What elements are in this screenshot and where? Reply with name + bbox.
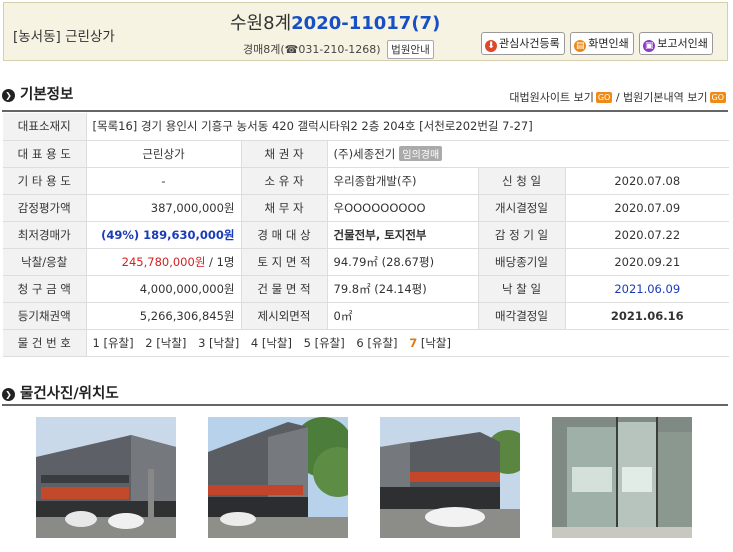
appraisal-date-label: 감 정 기 일 xyxy=(477,221,565,249)
debtor-label: 채 무 자 xyxy=(240,194,327,222)
building-area-label: 건 물 면 적 xyxy=(240,275,327,303)
download-icon: ⬇ xyxy=(485,40,497,52)
min-price-value: (49%) 189,630,000원 xyxy=(85,221,241,249)
claim-amount-value: 4,000,000,000원 xyxy=(85,275,241,303)
bid-date-value: 2021.06.09 xyxy=(564,275,729,303)
history-link-4[interactable]: 4 [낙찰] xyxy=(251,336,292,350)
case-contact: 경매8계(☎031-210-1268) 법원안내 xyxy=(243,40,434,59)
building-area-value: 79.8㎡ (24.14평) xyxy=(326,275,478,303)
min-price-label: 최저경매가 xyxy=(3,221,86,249)
winning-bid-label: 낙찰/응찰 xyxy=(3,248,86,276)
table-row: 최저경매가 (49%) 189,630,000원 경 매 대 상 건물전부, 토… xyxy=(3,221,729,249)
address-label: 대표소재지 xyxy=(3,113,86,141)
registered-claim-value: 5,266,306,845원 xyxy=(85,302,241,330)
history-link-3[interactable]: 3 [낙찰] xyxy=(198,336,239,350)
other-use-label: 기 타 용 도 xyxy=(3,167,86,195)
history-link-2[interactable]: 2 [낙찰] xyxy=(145,336,186,350)
case-title: 수원8계2020-11017(7) xyxy=(230,9,440,35)
address-value: [목록16] 경기 용인시 기흥구 농서동 420 갤럭시타워2 2층 204호… xyxy=(85,113,729,141)
table-row: 기 타 용 도 - 소 유 자 우리종합개발(주) 신 청 일 2020.07.… xyxy=(3,167,729,195)
owner-value: 우리종합개발(주) xyxy=(326,167,478,195)
table-row: 물 건 번 호 1 [유찰] 2 [낙찰] 3 [낙찰] 4 [낙찰] 5 [유… xyxy=(3,329,729,357)
land-area-value: 94.79㎡ (28.67평) xyxy=(326,248,478,276)
report-icon: ▣ xyxy=(643,40,656,52)
court-name: 수원8계 xyxy=(230,13,292,34)
photo-gallery xyxy=(3,405,729,552)
excluded-area-label: 제시외면적 xyxy=(240,302,327,330)
print-report-button[interactable]: ▣ 보고서인쇄 xyxy=(639,32,713,55)
section-divider xyxy=(2,110,728,112)
phone-number: 031-210-1268 xyxy=(298,43,377,56)
sale-decision-label: 매각결정일 xyxy=(477,302,565,330)
basic-info-heading: ❯ 기본정보 xyxy=(2,83,73,104)
chevron-right-icon: ❯ xyxy=(2,388,15,401)
case-info-table: 대표소재지 [목록16] 경기 용인시 기흥구 농서동 420 갤럭시타워2 2… xyxy=(3,113,729,357)
case-number: 2020-11017(7) xyxy=(291,13,441,34)
table-row: 대 표 용 도 근린상가 채 권 자 (주)세종전기 임의경매 xyxy=(3,140,729,168)
auction-target-value: 건물전부, 토지전부 xyxy=(326,221,478,249)
photos-heading: ❯ 물건사진/위치도 xyxy=(2,382,119,403)
filing-date-value: 2020.07.08 xyxy=(564,167,729,195)
history-link-7[interactable]: 7 [낙찰] xyxy=(409,336,451,350)
table-row: 등기채권액 5,266,306,845원 제시외면적 0㎡ 매각결정일 2021… xyxy=(3,302,729,330)
appraisal-value: 387,000,000원 xyxy=(85,194,241,222)
dividend-deadline-value: 2020.09.21 xyxy=(564,248,729,276)
court-info-button[interactable]: 법원안내 xyxy=(387,40,434,59)
start-decision-value: 2020.07.09 xyxy=(564,194,729,222)
chevron-right-icon: ❯ xyxy=(2,89,15,102)
winning-bid-value: 245,780,000원 / 1명 xyxy=(85,248,241,276)
dept-label: 경매8계 xyxy=(243,43,281,56)
history-link-1[interactable]: 1 [유찰] xyxy=(93,336,134,350)
history-link-6[interactable]: 6 [유찰] xyxy=(356,336,397,350)
building-photo-side[interactable] xyxy=(208,417,348,538)
debtor-value: 우OOOOOOOOO xyxy=(326,194,478,222)
sale-decision-value: 2021.06.16 xyxy=(564,302,729,330)
filing-date-label: 신 청 일 xyxy=(477,167,565,195)
header-actions: ⬇ 관심사건등록 ▤ 화면인쇄 ▣ 보고서인쇄 xyxy=(481,32,715,55)
land-area-label: 토 지 면 적 xyxy=(240,248,327,276)
start-decision-label: 개시결정일 xyxy=(477,194,565,222)
owner-label: 소 유 자 xyxy=(240,167,327,195)
external-links: 대법원사이트 보기 GO / 법원기본내역 보기 GO xyxy=(509,91,726,104)
building-photo-corner[interactable] xyxy=(380,417,520,538)
item-history: 1 [유찰] 2 [낙찰] 3 [낙찰] 4 [낙찰] 5 [유찰] 6 [유찰… xyxy=(85,329,729,357)
interior-photo[interactable] xyxy=(552,417,692,538)
appraisal-date-value: 2020.07.22 xyxy=(564,221,729,249)
creditor-label: 채 권 자 xyxy=(240,140,327,168)
registered-claim-label: 등기채권액 xyxy=(3,302,86,330)
auction-target-label: 경 매 대 상 xyxy=(240,221,327,249)
go-badge[interactable]: GO xyxy=(595,92,613,103)
bid-date-label: 낙 찰 일 xyxy=(477,275,565,303)
excluded-area-value: 0㎡ xyxy=(326,302,478,330)
table-row: 청 구 금 액 4,000,000,000원 건 물 면 적 79.8㎡ (24… xyxy=(3,275,729,303)
main-use-value: 근린상가 xyxy=(85,140,241,168)
main-use-label: 대 표 용 도 xyxy=(3,140,86,168)
print-screen-button[interactable]: ▤ 화면인쇄 xyxy=(570,32,634,55)
item-number-label: 물 건 번 호 xyxy=(3,329,86,357)
phone-icon: (☎ xyxy=(280,43,299,56)
other-use-value: - xyxy=(85,167,241,195)
printer-icon: ▤ xyxy=(574,40,587,52)
table-row: 대표소재지 [목록16] 경기 용인시 기흥구 농서동 420 갤럭시타워2 2… xyxy=(3,113,729,141)
watch-case-button[interactable]: ⬇ 관심사건등록 xyxy=(481,32,565,55)
table-row: 감정평가액 387,000,000원 채 무 자 우OOOOOOOOO 개시결정… xyxy=(3,194,729,222)
table-row: 낙찰/응찰 245,780,000원 / 1명 토 지 면 적 94.79㎡ (… xyxy=(3,248,729,276)
history-link-5[interactable]: 5 [유찰] xyxy=(304,336,345,350)
court-detail-link[interactable]: 법원기본내역 보기 xyxy=(623,91,707,104)
claim-amount-label: 청 구 금 액 xyxy=(3,275,86,303)
supreme-court-link[interactable]: 대법원사이트 보기 xyxy=(509,91,593,104)
auction-type-badge: 임의경매 xyxy=(399,145,443,161)
case-header: [농서동] 근린상가 수원8계2020-11017(7) 경매8계(☎031-2… xyxy=(3,2,728,61)
property-category: [농서동] 근린상가 xyxy=(13,29,115,45)
creditor-value: (주)세종전기 임의경매 xyxy=(326,140,729,168)
go-badge[interactable]: GO xyxy=(709,92,726,103)
appraisal-label: 감정평가액 xyxy=(3,194,86,222)
dividend-deadline-label: 배당종기일 xyxy=(477,248,565,276)
building-photo-front[interactable] xyxy=(36,417,176,538)
